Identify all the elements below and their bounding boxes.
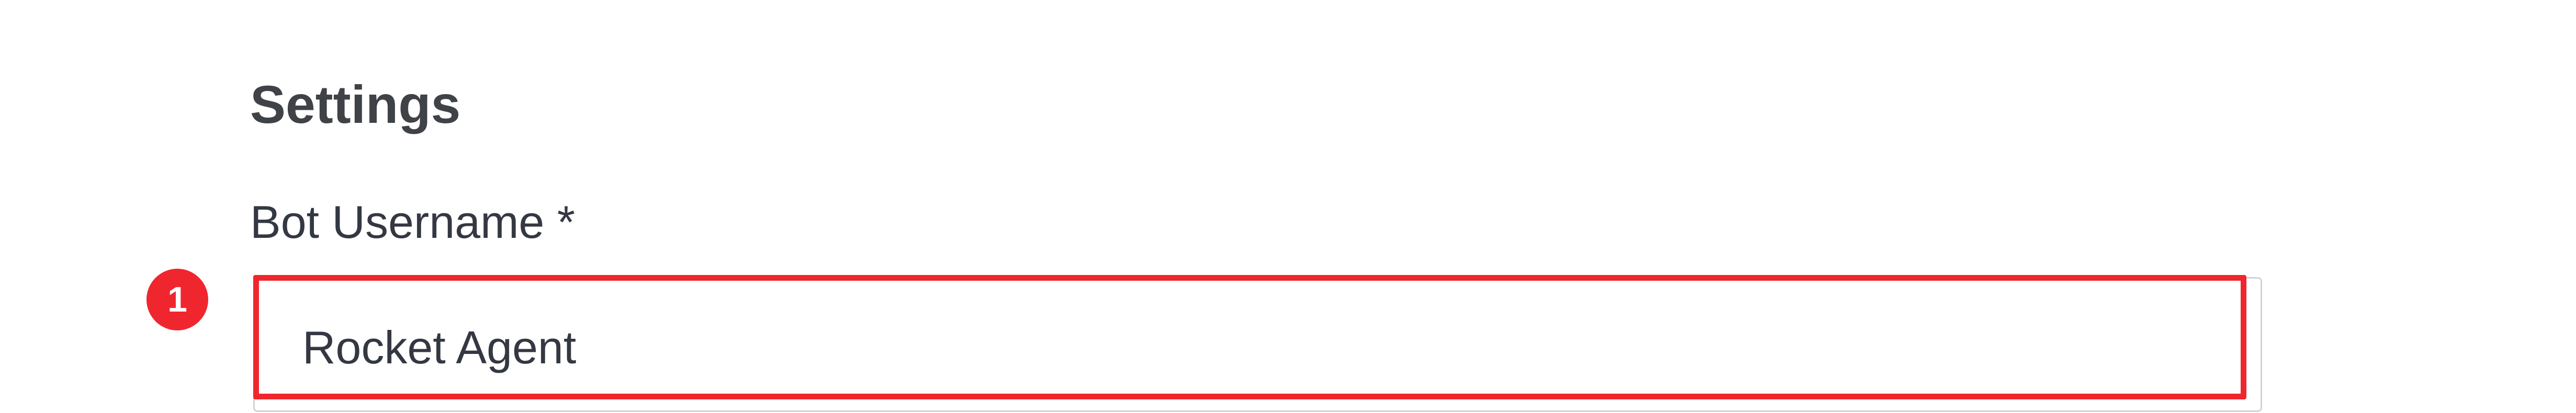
bot-username-input[interactable] <box>302 314 2186 382</box>
step-number-badge: 1 <box>146 269 208 330</box>
settings-heading: Settings <box>250 75 461 134</box>
bot-username-label: Bot Username * <box>250 196 575 248</box>
